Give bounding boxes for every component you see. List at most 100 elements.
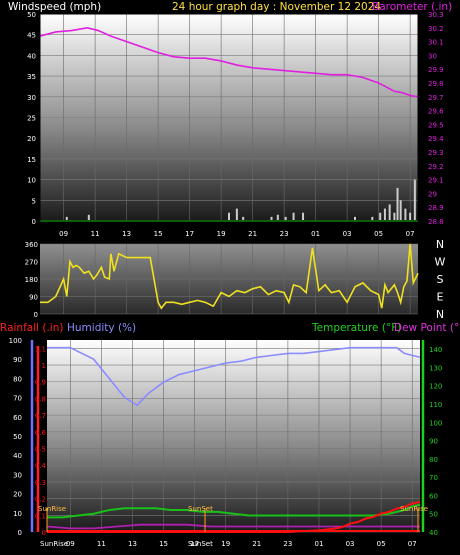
wind-bar	[379, 212, 382, 221]
humidity-tick: 10	[13, 510, 22, 518]
wind-baro-panel: 05101520253035404550 28.828.92929.129.22…	[27, 11, 444, 238]
wind-tick: 15	[27, 156, 36, 164]
compass-label: E	[437, 291, 444, 304]
wind-axis-title: Windspeed (mph)	[8, 1, 101, 13]
wind-bar	[388, 204, 391, 221]
rain-tick: 1.1	[35, 345, 46, 353]
humidity-ticks: 0 10 20 30 40 50 60 70 80 90 100	[9, 337, 22, 537]
dew-axis-title: Dew Point (°F)	[394, 322, 460, 334]
hour-label: 15	[154, 230, 163, 238]
hour-axis-top: 09 11 13 15 17 19 21 23 01 03 05 07	[59, 230, 414, 238]
temp-tick: 80	[429, 456, 438, 464]
bottom-sunrise-label: SunRise	[40, 540, 68, 548]
baro-tick: 29.8	[428, 80, 444, 88]
rht-plot-area	[47, 340, 420, 532]
hour-label: 19	[221, 540, 230, 548]
temp-ticks: 40 50 60 70 80 90 100 110 120 130 140	[429, 346, 442, 537]
baro-tick: 29.1	[428, 177, 444, 185]
compass-label: S	[437, 273, 444, 286]
wind-bar	[383, 208, 386, 221]
temp-tick: 110	[429, 401, 442, 409]
direction-panel: 090180270360 NWSEN	[25, 238, 446, 321]
temp-tick: 140	[429, 346, 442, 354]
rain-axis-title: Rainfall (.in)	[0, 322, 63, 334]
rain-tick: 0.7	[35, 412, 46, 420]
wind-tick: 25	[27, 115, 36, 123]
hour-label: 01	[315, 540, 324, 548]
baro-tick: 30.2	[428, 25, 444, 33]
humidity-tick: 0	[18, 529, 22, 537]
rain-tick: 0.3	[35, 479, 46, 487]
wind-axis-ticks: 0 5 10 15 20 25 30 35 40 45 50	[27, 11, 36, 226]
humidity-tick: 20	[13, 491, 22, 499]
hour-label: 05	[377, 540, 386, 548]
direction-tick: 360	[25, 241, 38, 249]
compass-label: W	[435, 256, 446, 269]
baro-tick: 29.6	[428, 108, 444, 116]
wind-bar	[409, 212, 412, 221]
temp-tick: 40	[429, 529, 438, 537]
hour-label: 23	[280, 230, 289, 238]
sunrise-label-left: SunRise	[38, 505, 66, 513]
direction-tick: 270	[25, 259, 38, 267]
weather-graph: Windspeed (mph) 24 hour graph day : Nove…	[0, 1, 460, 548]
rain-humidity-temp-panel: 0102030405060708090100 00.10.20.30.40.50…	[9, 337, 443, 548]
hour-label: 01	[311, 230, 320, 238]
humidity-tick: 100	[9, 337, 22, 345]
wind-bar	[235, 208, 238, 221]
rain-tick: 1	[42, 362, 46, 370]
direction-tick: 0	[34, 311, 38, 319]
baro-axis-ticks: 28.8 28.9 29 29.1 29.2 29.3 29.4 29.5 29.6 29.7 29…	[428, 11, 444, 226]
rain-tick: 0	[42, 529, 46, 537]
rain-tick: 0.9	[35, 379, 46, 387]
compass-label: N	[436, 308, 444, 321]
humidity-axis-title: Humidity (%)	[67, 322, 136, 334]
baro-tick: 28.9	[428, 204, 444, 212]
wind-tick: 30	[27, 94, 36, 102]
hour-label: 03	[346, 540, 355, 548]
wind-bar	[302, 212, 305, 221]
baro-tick: 29.7	[428, 94, 444, 102]
temp-tick: 60	[429, 492, 438, 500]
baro-tick: 29.4	[428, 135, 444, 143]
rain-tick: 0.1	[35, 512, 46, 520]
hour-label: 13	[122, 230, 131, 238]
hour-label: 07	[406, 230, 415, 238]
wind-tick: 20	[27, 135, 36, 143]
temp-tick: 100	[429, 419, 442, 427]
wind-bar	[404, 208, 407, 221]
humidity-tick: 70	[13, 395, 22, 403]
temp-tick: 90	[429, 438, 438, 446]
humidity-tick: 50	[13, 433, 22, 441]
baro-tick: 29.2	[428, 163, 444, 171]
baro-tick: 30	[428, 52, 437, 60]
hour-label: 15	[159, 540, 168, 548]
wind-tick: 45	[27, 32, 36, 40]
hour-label: 11	[97, 540, 106, 548]
wind-bar	[228, 212, 230, 221]
temp-tick: 50	[429, 511, 438, 519]
humidity-tick: 30	[13, 471, 22, 479]
wind-bar	[399, 200, 402, 221]
graph-title: 24 hour graph day : November 12 2024	[172, 1, 381, 13]
hour-label: 05	[374, 230, 383, 238]
baro-tick: 29.9	[428, 66, 444, 74]
baro-tick: 29.5	[428, 121, 444, 129]
hour-axis-bottom: 09 11 13 15 17 19 21 23 01 03 05 07	[66, 540, 417, 548]
baro-tick: 30.1	[428, 39, 444, 47]
hour-label: 21	[248, 230, 257, 238]
hour-label: 13	[128, 540, 137, 548]
wind-tick: 10	[27, 177, 36, 185]
wind-tick: 0	[32, 218, 36, 226]
temp-axis-title: Temperature (°F)	[311, 322, 401, 334]
sunset-label: SunSet	[188, 505, 213, 513]
humidity-tick: 80	[13, 375, 22, 383]
baro-tick: 29	[428, 190, 437, 198]
baro-tick: 28.8	[428, 218, 444, 226]
wind-tick: 50	[27, 11, 36, 19]
rain-tick: 0.4	[35, 462, 47, 470]
wind-bar	[393, 212, 396, 221]
wind-bar	[396, 187, 399, 221]
direction-tick: 90	[29, 294, 38, 302]
hour-label: 21	[252, 540, 261, 548]
